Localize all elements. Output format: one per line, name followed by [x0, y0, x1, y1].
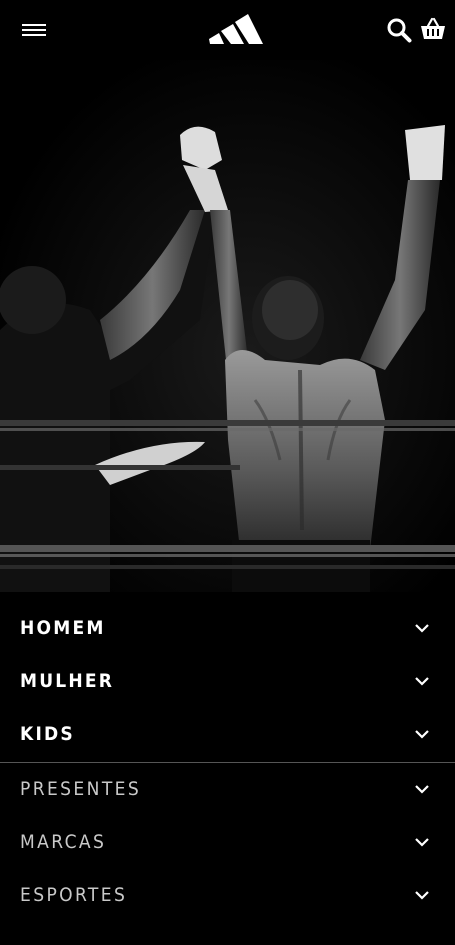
nav-item-homem[interactable]: HOMEM	[0, 602, 455, 655]
nav-item-label: ESPORTES	[20, 884, 128, 906]
nav-item-mulher[interactable]: MULHER	[0, 655, 455, 708]
top-header	[0, 0, 455, 62]
adidas-logo-icon[interactable]	[207, 11, 263, 47]
nav-item-kids[interactable]: KIDS	[0, 708, 455, 761]
nav-item-label: PRESENTES	[20, 778, 142, 800]
chevron-down-icon	[415, 838, 429, 847]
nav-item-label: MARCAS	[20, 831, 107, 853]
hamburger-menu-icon[interactable]	[22, 23, 46, 39]
chevron-down-icon	[415, 891, 429, 900]
nav-item-esportes[interactable]: ESPORTES	[0, 869, 455, 922]
nav-item-label: HOMEM	[20, 617, 106, 639]
chevron-down-icon	[415, 785, 429, 794]
basket-icon[interactable]	[420, 17, 446, 41]
chevron-down-icon	[415, 624, 429, 633]
nav-item-marcas[interactable]: MARCAS	[0, 816, 455, 869]
nav-item-label: MULHER	[20, 670, 115, 692]
nav-item-label: KIDS	[20, 723, 75, 745]
chevron-down-icon	[415, 730, 429, 739]
category-navigation: HOMEM MULHER KIDS PRESENTES MARCAS ESPOR…	[0, 602, 455, 922]
hero-boxing-image	[0, 60, 455, 592]
chevron-down-icon	[415, 677, 429, 686]
search-icon[interactable]	[386, 17, 412, 43]
nav-item-presentes[interactable]: PRESENTES	[0, 763, 455, 816]
